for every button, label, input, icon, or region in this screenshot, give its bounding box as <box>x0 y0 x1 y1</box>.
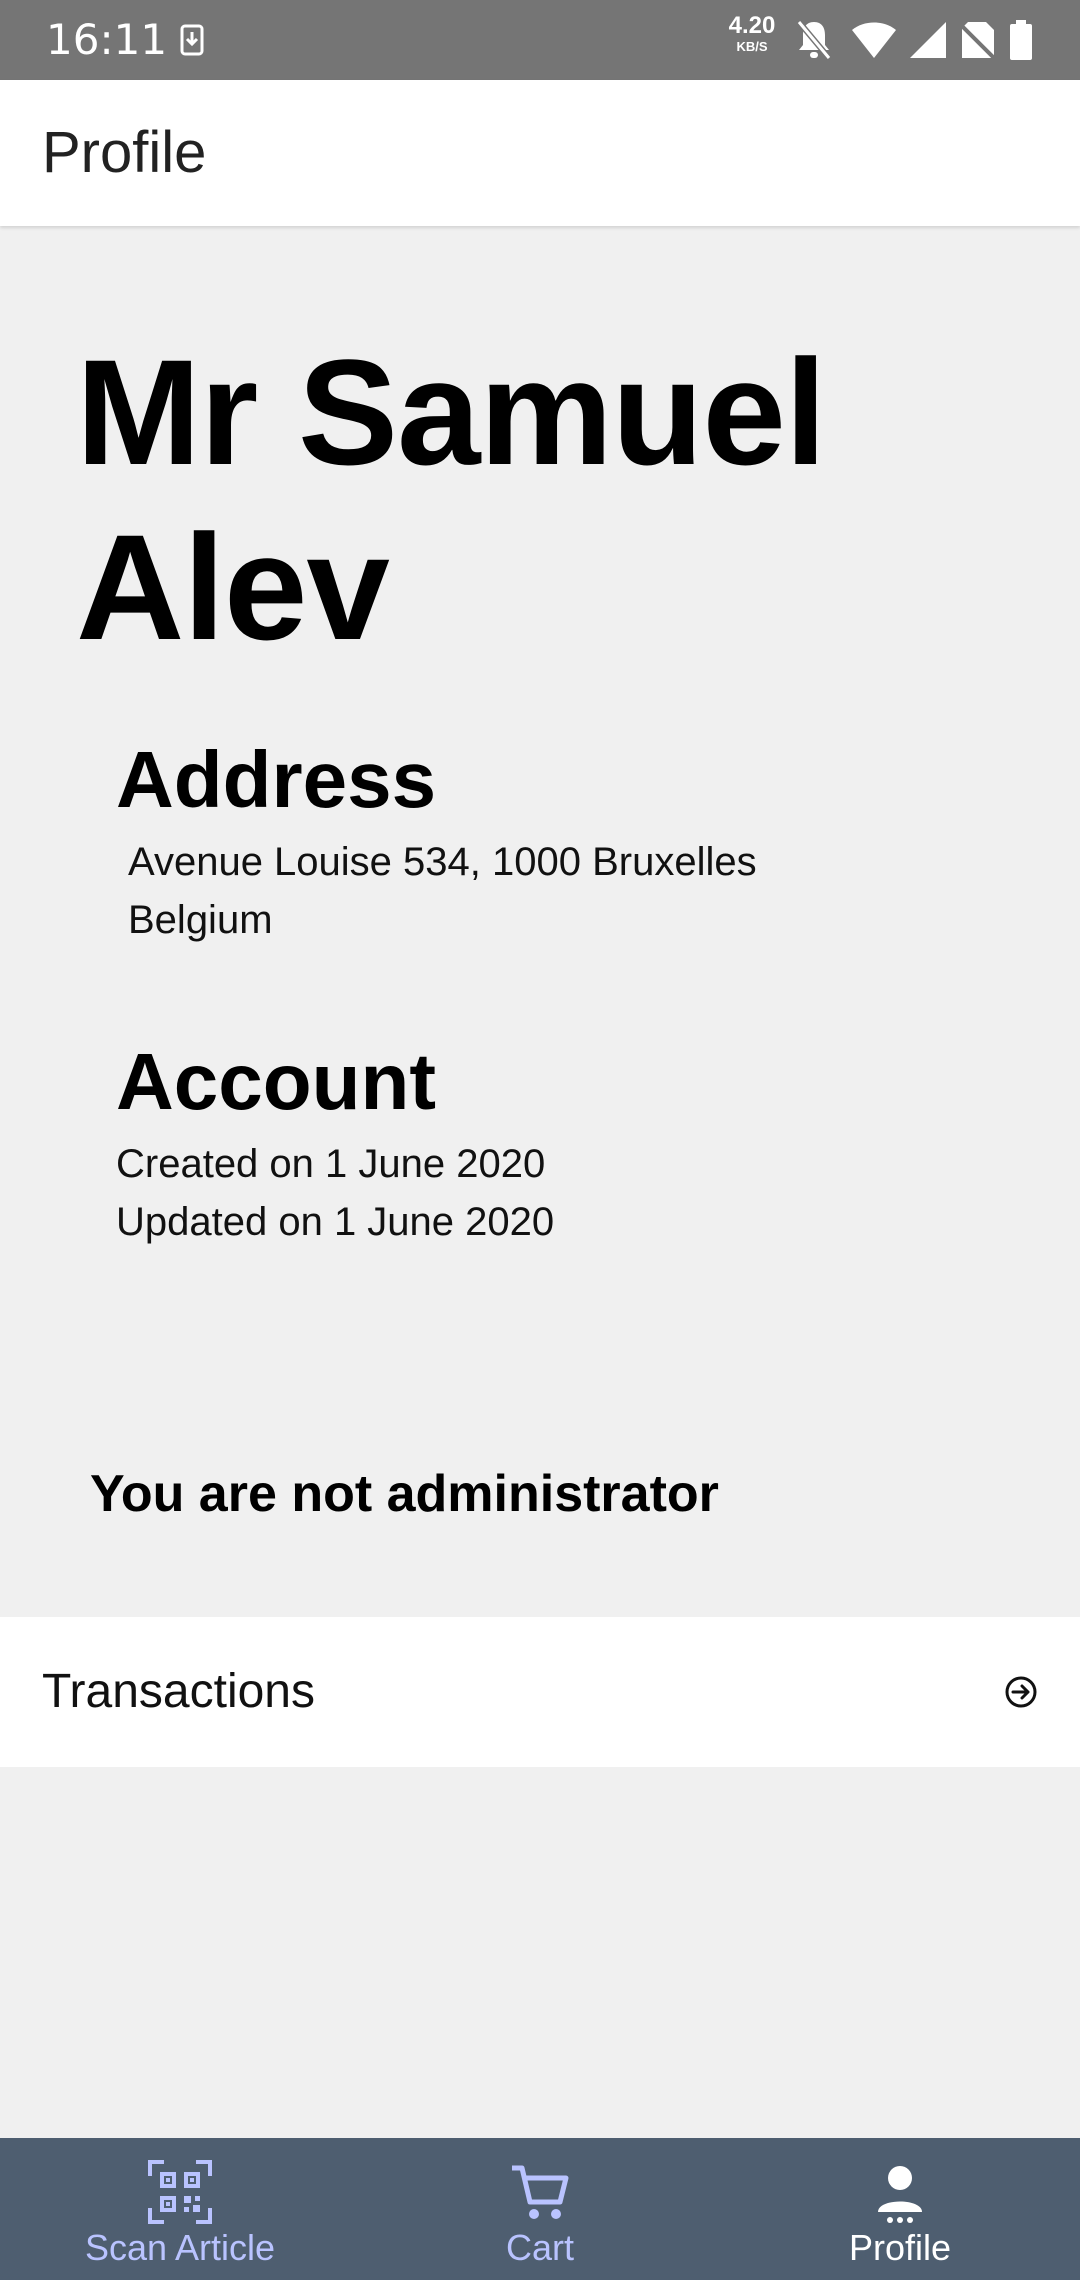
nav-item-cart[interactable]: Cart <box>360 2138 720 2280</box>
nav-item-scan-article[interactable]: Scan Article <box>0 2138 360 2280</box>
battery-icon <box>1010 20 1032 60</box>
transactions-label: Transactions <box>42 1665 315 1718</box>
no-sim-icon <box>960 22 996 62</box>
cart-icon <box>512 2165 569 2219</box>
nav-label-profile: Profile <box>848 2227 952 2268</box>
address-text: Avenue Louise 534, 1000 Bruxelles Belgiu… <box>128 833 757 949</box>
network-speed-unit: KB/S <box>736 39 768 54</box>
address-heading: Address <box>116 735 437 824</box>
account-created-date: Created on 1 June 2020 <box>116 1142 546 1186</box>
bottom-nav: Scan Article Cart Profile <box>0 2138 1080 2280</box>
wifi-icon <box>852 22 896 58</box>
account-info: Created on 1 June 2020 Updated on 1 June… <box>116 1135 554 1251</box>
status-time: 16:11 <box>46 15 168 64</box>
app-bar: Profile <box>0 80 1080 226</box>
network-speed-value: 4.20 <box>728 12 776 39</box>
address-line-1: Avenue Louise 534, 1000 Bruxelles <box>128 840 757 884</box>
network-speed: 4.20 KB/S <box>722 12 782 54</box>
status-bar: 16:11 4.20 KB/S <box>0 0 1080 80</box>
admin-status: You are not administrator <box>90 1465 719 1523</box>
nav-item-profile[interactable]: Profile <box>720 2138 1080 2280</box>
transactions-button[interactable]: Transactions <box>0 1617 1080 1767</box>
address-line-2: Belgium <box>128 898 273 942</box>
bell-off-icon <box>796 20 832 60</box>
nav-label-cart: Cart <box>505 2227 574 2268</box>
qr-code-icon <box>148 2160 212 2224</box>
download-icon <box>180 24 204 56</box>
person-icon <box>878 2166 922 2223</box>
profile-name: Mr Samuel Alev <box>76 328 827 671</box>
page-title: Profile <box>42 120 207 185</box>
signal-icon <box>910 22 946 58</box>
account-updated-date: Updated on 1 June 2020 <box>116 1200 555 1244</box>
nav-label-scan-article: Scan Article <box>84 2227 276 2268</box>
arrow-right-circle-icon <box>1005 1676 1037 1708</box>
account-heading: Account <box>116 1037 436 1126</box>
